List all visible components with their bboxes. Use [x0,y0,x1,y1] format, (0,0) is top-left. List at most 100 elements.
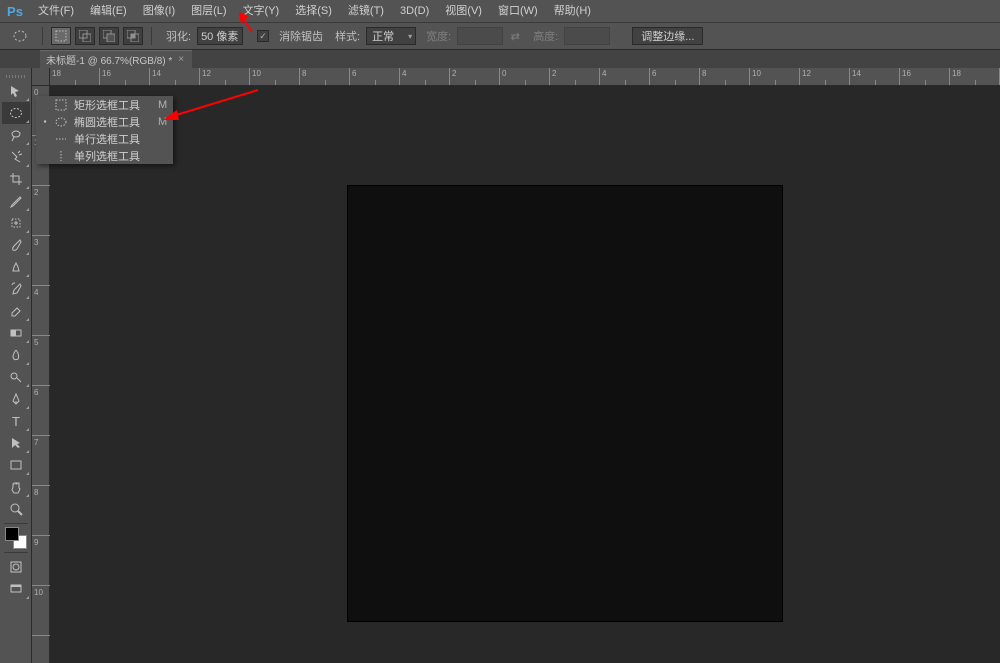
marquee-tool[interactable] [2,102,30,124]
feather-label: 羽化: [160,28,193,44]
canvas[interactable] [348,186,782,621]
ruler-tick: 10 [32,586,50,636]
current-tool-icon[interactable] [6,26,34,46]
foreground-color-icon[interactable] [5,527,19,541]
tool-icon [54,116,68,128]
flyout-item[interactable]: 单列选框工具 [36,147,173,164]
selection-add-button[interactable] [75,27,95,45]
menu-view[interactable]: 视图(V) [437,0,490,22]
svg-text:T: T [12,414,20,428]
ruler-tick: 16 [100,68,150,86]
zoom-tool[interactable] [2,498,30,520]
ruler-tick: 5 [32,336,50,386]
quick-selection-tool[interactable] [2,146,30,168]
options-bar: 羽化: ✓ 消除锯齿 样式: 正常 宽度: ⇄ 高度: 调整边缘... [0,22,1000,50]
tool-separator [4,552,28,553]
tool-icon [54,133,68,145]
hand-tool[interactable] [2,476,30,498]
dodge-tool[interactable] [2,366,30,388]
flyout-item[interactable]: ▪ 椭圆选框工具 M [36,113,173,130]
ruler-tick: 4 [600,68,650,86]
menu-layer[interactable]: 图层(L) [183,0,234,22]
path-selection-tool[interactable] [2,432,30,454]
feather-input[interactable] [197,27,243,45]
flyout-item[interactable]: 单行选框工具 [36,130,173,147]
separator [42,27,43,45]
menu-image[interactable]: 图像(I) [135,0,183,22]
history-brush-tool[interactable] [2,278,30,300]
workspace: 1816141210864202468101214161820222426283… [32,68,1000,663]
menu-bar: Ps 文件(F) 编辑(E) 图像(I) 图层(L) 文字(Y) 选择(S) 滤… [0,0,1000,22]
eraser-tool[interactable] [2,300,30,322]
menu-type[interactable]: 文字(Y) [235,0,288,22]
ruler-tick: 14 [150,68,200,86]
blur-tool[interactable] [2,344,30,366]
ruler-tick: 4 [32,286,50,336]
eyedropper-tool[interactable] [2,190,30,212]
ruler-tick: 12 [200,68,250,86]
ruler-corner[interactable] [32,68,50,86]
healing-brush-tool[interactable] [2,212,30,234]
ruler-tick: 9 [32,536,50,586]
ruler-tick: 8 [32,486,50,536]
ruler-tick: 2 [450,68,500,86]
ruler-tick: 10 [250,68,300,86]
ruler-tick: 2 [32,186,50,236]
menu-3d[interactable]: 3D(D) [392,0,437,22]
antialias-label: 消除锯齿 [273,28,325,44]
toolbox-grip[interactable] [0,72,31,80]
flyout-item[interactable]: 矩形选框工具M [36,96,173,113]
ruler-tick: 6 [350,68,400,86]
menu-window[interactable]: 窗口(W) [490,0,546,22]
selection-intersect-button[interactable] [123,27,143,45]
selection-subtract-button[interactable] [99,27,119,45]
ruler-tick: 18 [50,68,100,86]
close-tab-icon[interactable]: × [176,54,186,65]
flyout-shortcut: M [158,116,167,128]
selection-new-button[interactable] [51,27,71,45]
active-indicator-icon: ▪ [42,117,48,126]
style-dropdown[interactable]: 正常 [366,27,416,45]
menu-select[interactable]: 选择(S) [287,0,340,22]
antialias-checkbox[interactable]: ✓ [257,30,269,42]
horizontal-ruler[interactable]: 1816141210864202468101214161820222426283… [50,68,1000,86]
ruler-tick: 7 [32,436,50,486]
ruler-tick: 4 [400,68,450,86]
screen-mode-tool[interactable] [2,578,30,600]
type-tool[interactable]: T [2,410,30,432]
crop-tool[interactable] [2,168,30,190]
flyout-label: 椭圆选框工具 [74,114,152,130]
tool-icon [54,99,68,111]
pen-tool[interactable] [2,388,30,410]
brush-tool[interactable] [2,234,30,256]
flyout-shortcut: M [158,99,167,111]
color-swatches[interactable] [5,527,27,549]
vertical-ruler[interactable]: 012345678910 [32,86,50,663]
document-tab-bar: 未标题-1 @ 66.7%(RGB/8) * × [0,50,1000,68]
ruler-tick: 3 [32,236,50,286]
flyout-label: 单列选框工具 [74,148,161,164]
clone-stamp-tool[interactable] [2,256,30,278]
menu-help[interactable]: 帮助(H) [546,0,599,22]
ruler-tick: 2 [550,68,600,86]
marquee-flyout-menu: 矩形选框工具M ▪ 椭圆选框工具 M 单行选框工具单列选框工具 [36,96,173,164]
rectangle-tool[interactable] [2,454,30,476]
lasso-tool[interactable] [2,124,30,146]
menu-edit[interactable]: 编辑(E) [82,0,135,22]
ruler-tick: 6 [650,68,700,86]
menu-filter[interactable]: 滤镜(T) [340,0,392,22]
tool-separator [4,523,28,524]
ruler-tick: 14 [850,68,900,86]
menu-file[interactable]: 文件(F) [30,0,82,22]
ruler-tick: 16 [900,68,950,86]
style-label: 样式: [329,28,362,44]
move-tool[interactable] [2,80,30,102]
refine-edge-button[interactable]: 调整边缘... [632,27,703,45]
canvas-viewport[interactable] [50,86,1000,663]
quick-mask-tool[interactable] [2,556,30,578]
ruler-tick: 6 [32,386,50,436]
document-tab[interactable]: 未标题-1 @ 66.7%(RGB/8) * × [40,50,192,68]
gradient-tool[interactable] [2,322,30,344]
height-input [564,27,610,45]
ruler-tick: 10 [750,68,800,86]
